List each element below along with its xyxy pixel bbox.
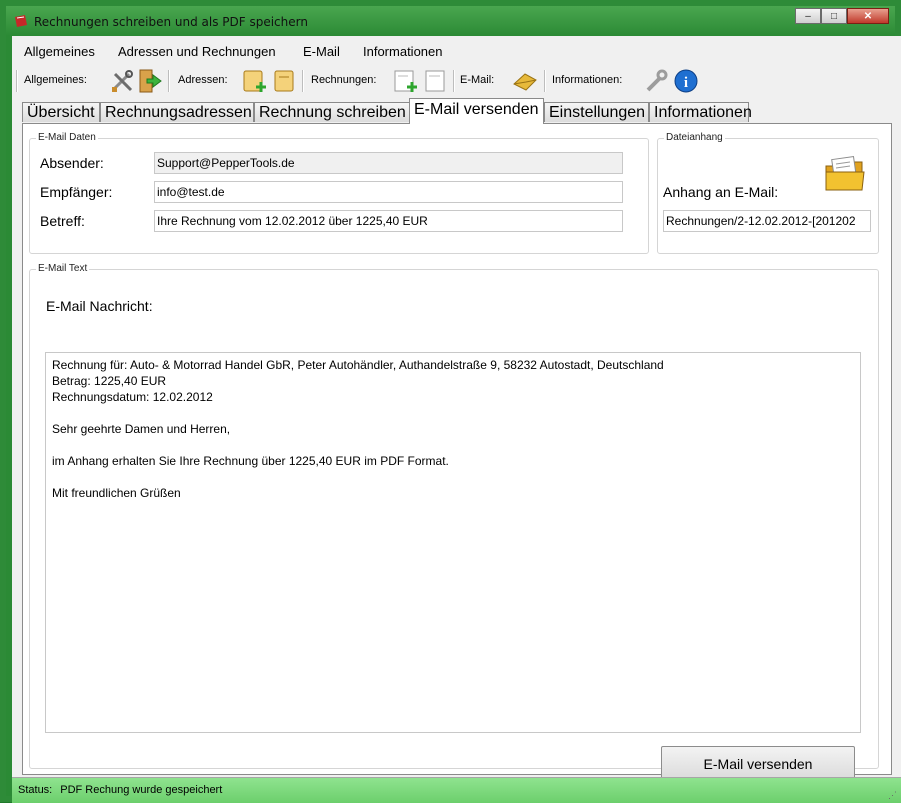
tab-rechnungsadressen[interactable]: Rechnungsadressen [100, 102, 254, 122]
menu-adressen-rechnungen[interactable]: Adressen und Rechnungen [118, 44, 276, 59]
message-textarea[interactable]: Rechnung für: Auto- & Motorrad Handel Gb… [45, 352, 861, 733]
maximize-button[interactable]: □ [821, 8, 847, 24]
window-controls: – □ ✕ [795, 8, 889, 26]
tools-icon[interactable] [109, 68, 135, 94]
message-line: Betrag: 1225,40 EUR [52, 374, 167, 388]
close-button[interactable]: ✕ [847, 8, 889, 24]
attachment-label: Anhang an E-Mail: [663, 184, 779, 200]
status-label: Status: [18, 784, 53, 796]
toolbar-email-label: E-Mail: [460, 74, 495, 86]
window-title: Rechnungen schreiben und als PDF speiche… [34, 15, 308, 29]
menu-bar: Allgemeines Adressen und Rechnungen E-Ma… [12, 36, 901, 64]
toolbar-addresses-label: Adressen: [178, 74, 228, 86]
subject-label: Betreff: [40, 213, 85, 229]
attachment-group: Dateianhang Anhang an E-Mail: Rechnungen… [657, 132, 879, 254]
message-line: Rechnungsdatum: 12.02.2012 [52, 390, 213, 404]
menu-email[interactable]: E-Mail [303, 44, 340, 59]
email-data-group-title: E-Mail Daten [36, 132, 98, 143]
tab-uebersicht[interactable]: Übersicht [22, 102, 100, 122]
email-text-group-title: E-Mail Text [36, 263, 90, 274]
recipient-label: Empfänger: [40, 184, 113, 200]
tab-email-versenden[interactable]: E-Mail versenden [409, 98, 544, 124]
message-label: E-Mail Nachricht: [46, 298, 153, 314]
app-icon [15, 15, 27, 27]
sender-field[interactable]: Support@PepperTools.de [154, 152, 623, 174]
status-text: PDF Rechung wurde gespeichert [60, 784, 223, 796]
tab-rechnung-schreiben[interactable]: Rechnung schreiben [254, 102, 411, 122]
toolbar-invoices-label: Rechnungen: [311, 74, 377, 86]
email-data-group: E-Mail Daten Absender: Support@PepperToo… [29, 132, 649, 254]
sender-label: Absender: [40, 155, 104, 171]
toolbar-grip [16, 70, 18, 92]
client-area: Allgemeines Adressen und Rechnungen E-Ma… [12, 36, 901, 803]
attachment-group-title: Dateianhang [664, 132, 725, 143]
recipient-field[interactable]: info@test.de [154, 181, 623, 203]
message-line [52, 469, 854, 485]
toolbar-info-label: Informationen: [552, 74, 623, 86]
subject-field[interactable]: Ihre Rechnung vom 12.02.2012 über 1225,4… [154, 210, 623, 232]
invoice-document-icon[interactable] [422, 68, 448, 94]
attachment-path-field[interactable]: Rechnungen/2-12.02.2012-[201202 [663, 210, 871, 232]
info-icon[interactable]: i [673, 68, 699, 94]
toolbar-separator [302, 70, 304, 92]
message-line: Mit freundlichen Grüßen [52, 486, 181, 500]
exit-door-icon[interactable] [137, 68, 163, 94]
message-line: Sehr geehrte Damen und Herren, [52, 422, 231, 436]
wrench-icon[interactable] [643, 68, 669, 94]
resize-grip-icon[interactable]: ⋰ [888, 790, 898, 800]
toolbar-separator [544, 70, 546, 92]
send-email-icon[interactable] [512, 68, 538, 94]
email-tab-page: E-Mail Daten Absender: Support@PepperToo… [22, 123, 892, 783]
svg-text:i: i [684, 75, 688, 91]
status-message: Status: PDF Rechung wurde gespeichert [18, 784, 230, 796]
tab-informationen[interactable]: Informationen [649, 102, 752, 122]
app-window: Rechnungen schreiben und als PDF speiche… [0, 0, 901, 803]
minimize-button[interactable]: – [795, 8, 821, 24]
folder-icon[interactable] [824, 156, 866, 194]
menu-allgemeines[interactable]: Allgemeines [24, 44, 95, 59]
new-invoice-icon[interactable] [392, 68, 418, 94]
title-bar[interactable]: Rechnungen schreiben und als PDF speiche… [12, 8, 889, 34]
menu-informationen[interactable]: Informationen [363, 44, 443, 59]
tab-einstellungen[interactable]: Einstellungen [544, 102, 649, 122]
toolbar-separator [168, 70, 170, 92]
message-line: im Anhang erhalten Sie Ihre Rechnung übe… [52, 454, 449, 468]
message-line: Rechnung für: Auto- & Motorrad Handel Gb… [52, 358, 664, 372]
status-bar: Status: PDF Rechung wurde gespeichert ⋰ [12, 777, 901, 803]
message-line [52, 437, 854, 453]
toolbar-separator [453, 70, 455, 92]
message-line [52, 405, 854, 421]
address-book-icon[interactable] [271, 68, 297, 94]
add-address-icon[interactable] [241, 68, 267, 94]
toolbar-general-label: Allgemeines: [24, 74, 87, 86]
toolbar: Allgemeines: Adressen: Rechnungen: E-Mai… [12, 64, 901, 96]
